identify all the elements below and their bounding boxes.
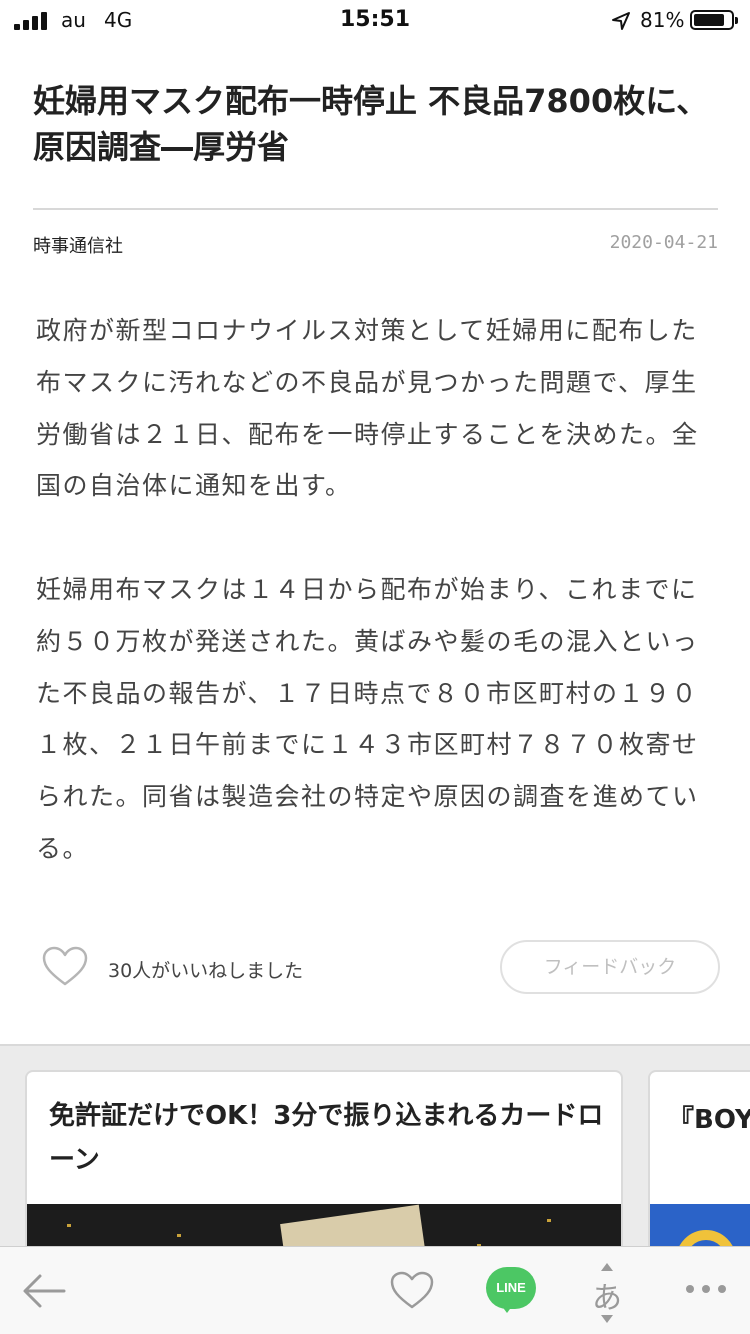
- article-paragraph: 妊婦用布マスクは１４日から配布が始まり、これまでに約５０万枚が発送された。黄ばみ…: [36, 574, 699, 863]
- heart-icon[interactable]: [390, 1271, 434, 1311]
- like-count-text: 30人がいいねしました: [108, 960, 304, 982]
- article-paragraph: 政府が新型コロナウイルス対策として妊婦用に配布した布マスクに汚れなどの不良品が見…: [36, 316, 699, 501]
- status-bar: au 4G 15:51 81%: [0, 0, 750, 40]
- recommendation-card[interactable]: 『BOY: [648, 1070, 750, 1254]
- article-source[interactable]: 時事通信社: [33, 232, 123, 258]
- back-arrow-icon[interactable]: [20, 1271, 68, 1311]
- recommendation-title: 免許証だけでOK！3分で振り込まれるカードローン: [49, 1101, 604, 1175]
- recommendation-title: 『BOY: [668, 1105, 750, 1135]
- headline-divider: [33, 208, 718, 210]
- location-arrow-icon: [612, 12, 630, 30]
- status-time: 15:51: [339, 7, 411, 32]
- font-size-glyph: あ: [592, 1281, 622, 1316]
- battery-icon: [690, 10, 738, 30]
- line-label: LINE: [486, 1267, 536, 1309]
- article-body: 政府が新型コロナウイルス対策として妊婦用に配布した布マスクに汚れなどの不良品が見…: [36, 305, 700, 927]
- like-heart-icon[interactable]: [42, 946, 88, 988]
- feedback-button[interactable]: フィードバック: [500, 940, 720, 994]
- recommendation-carousel[interactable]: 免許証だけでOK！3分で振り込まれるカードローン 『BOY: [0, 1044, 750, 1254]
- font-size-icon[interactable]: あ: [588, 1263, 628, 1323]
- more-icon[interactable]: [686, 1285, 726, 1295]
- bottom-toolbar: LINE あ: [0, 1246, 750, 1334]
- recommendation-card[interactable]: 免許証だけでOK！3分で振り込まれるカードローン: [25, 1070, 623, 1254]
- article-date: 2020-04-21: [609, 232, 718, 253]
- line-share-icon[interactable]: LINE: [486, 1267, 536, 1315]
- article-headline: 妊婦用マスク配布一時停止 不良品7800枚に、原因調査―厚労省: [33, 82, 709, 166]
- battery-percent: 81%: [640, 8, 685, 32]
